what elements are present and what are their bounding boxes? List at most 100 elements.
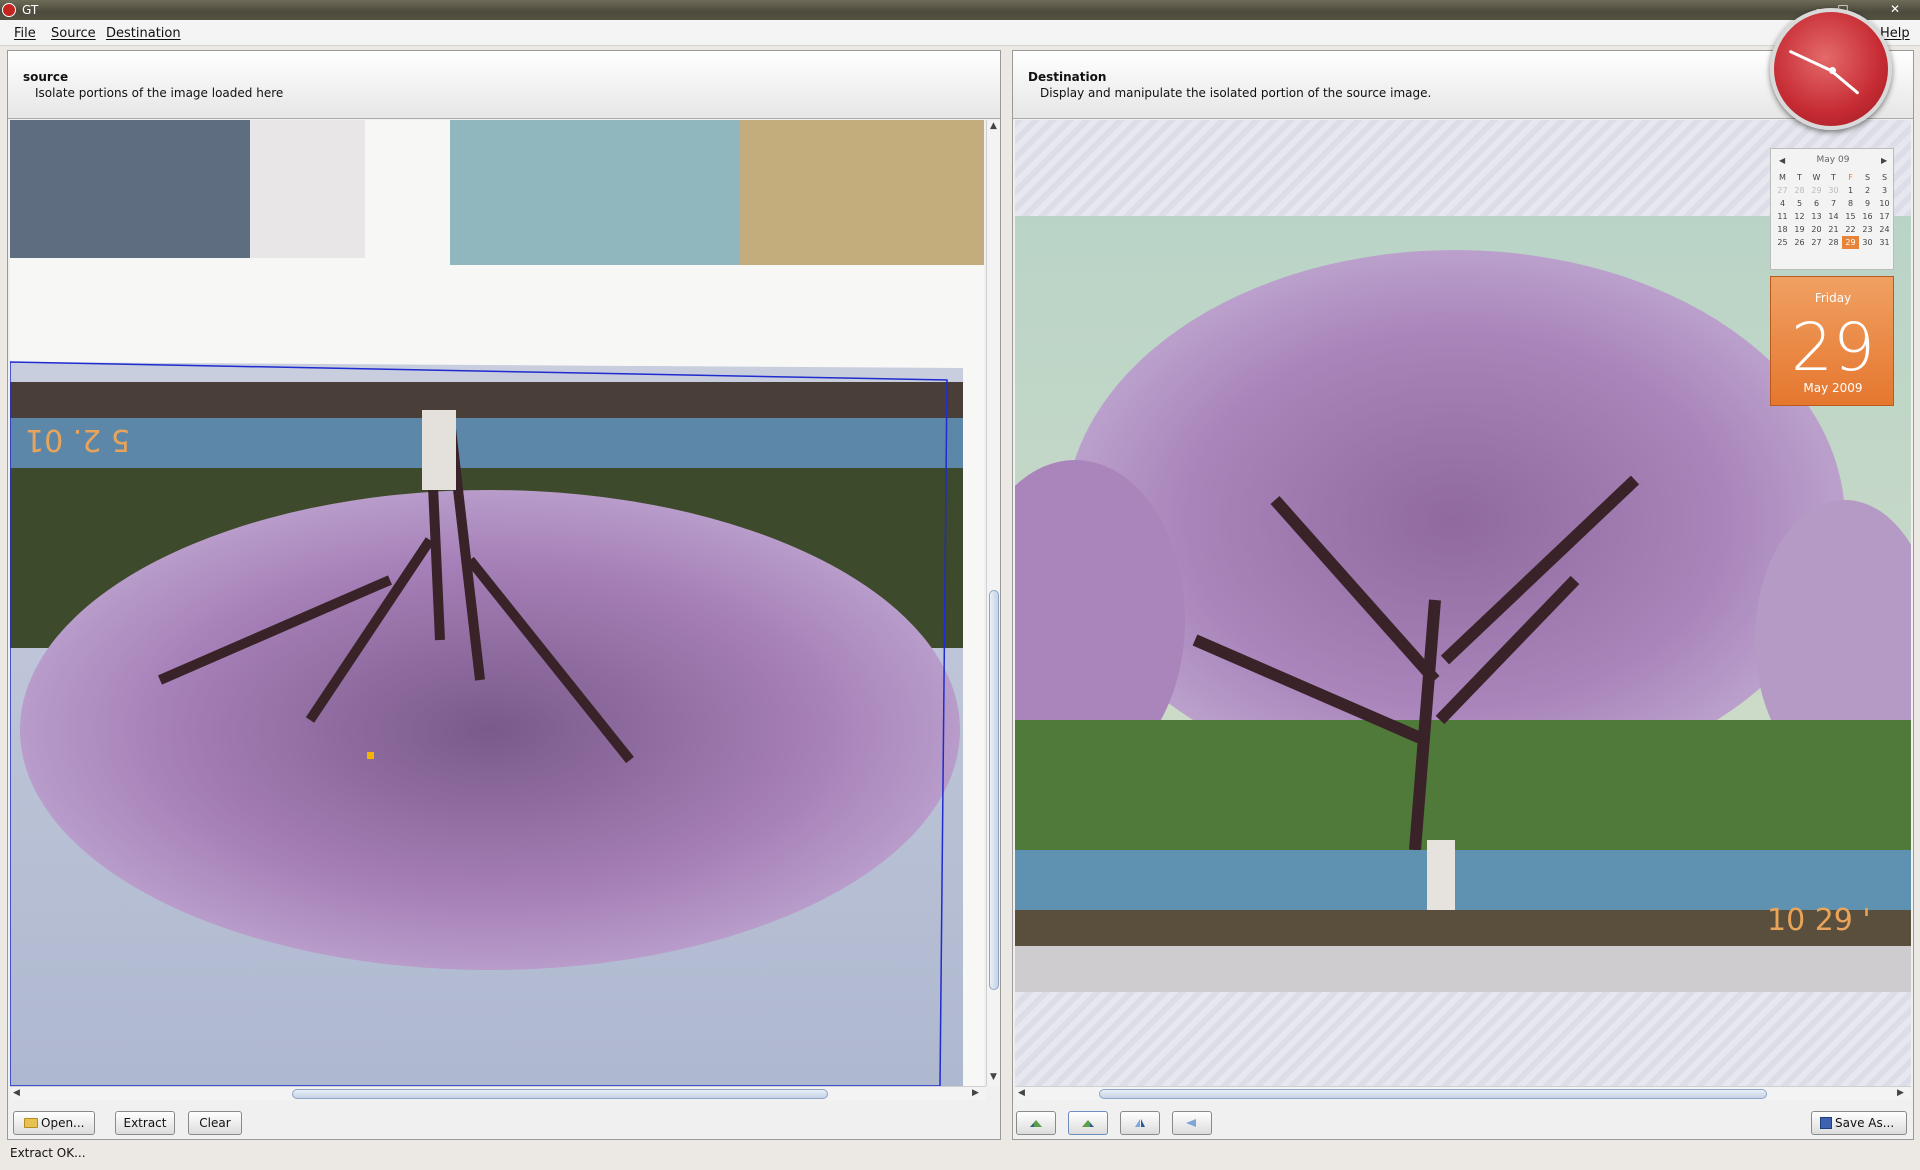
calendar-day-cell[interactable]: 16	[1859, 210, 1876, 223]
status-message: Extract OK...	[10, 1146, 86, 1160]
calendar-day-number: 29	[1791, 309, 1875, 386]
calendar-day-cell[interactable]: 18	[1774, 223, 1791, 236]
menu-source[interactable]: Source	[51, 26, 96, 41]
calendar-day-cell[interactable]: 27	[1808, 236, 1825, 249]
calendar-day-cell[interactable]: 27	[1774, 184, 1791, 197]
rotate-right-icon	[1082, 1120, 1094, 1127]
scroll-left-icon[interactable]: ◀	[1018, 1088, 1025, 1098]
calendar-day-cell[interactable]: 28	[1825, 236, 1842, 249]
calendar-weekday: M	[1779, 173, 1786, 182]
scroll-right-icon[interactable]: ▶	[1897, 1088, 1904, 1098]
clock-minute-hand	[1788, 49, 1832, 72]
save-as-button[interactable]: Save As...	[1811, 1111, 1907, 1135]
calendar-weekday: T	[1797, 173, 1802, 182]
calendar-day-cell[interactable]: 17	[1876, 210, 1893, 223]
calendar-day-cell[interactable]: 23	[1859, 223, 1876, 236]
source-vertical-scrollbar[interactable]: ▲ ▼	[986, 120, 1000, 1086]
calendar-weekday: S	[1864, 173, 1871, 182]
calendar-month-year: May 2009	[1803, 381, 1863, 395]
calendar-day-cell[interactable]: 6	[1808, 197, 1825, 210]
menu-destination[interactable]: Destination	[106, 26, 181, 41]
calendar-day-cell[interactable]: 29	[1808, 184, 1825, 197]
calendar-day-cell[interactable]: 29	[1842, 236, 1859, 249]
destination-title: Destination	[1028, 70, 1107, 84]
calendar-day-cell[interactable]: 4	[1774, 197, 1791, 210]
calendar-day-cell[interactable]: 11	[1774, 210, 1791, 223]
destination-hscroll-thumb[interactable]	[1099, 1089, 1767, 1099]
calendar-day-name: Friday	[1814, 291, 1852, 305]
source-header: source Isolate portions of the image loa…	[8, 51, 1000, 119]
calendar-day-cell[interactable]: 2	[1859, 184, 1876, 197]
menu-bar: File Source Destination Help	[0, 20, 1920, 46]
source-subtitle: Isolate portions of the image loaded her…	[35, 86, 284, 100]
calendar-day-cell[interactable]: 28	[1791, 184, 1808, 197]
clock-gadget[interactable]	[1770, 8, 1892, 130]
scroll-up-icon[interactable]: ▲	[990, 121, 997, 131]
calendar-day-cell[interactable]: 26	[1791, 236, 1808, 249]
rotate-right-button[interactable]	[1068, 1111, 1108, 1135]
app-icon	[2, 3, 16, 17]
calendar-day-cell[interactable]: 24	[1876, 223, 1893, 236]
source-date-stamp: 5 2. 01	[25, 422, 130, 457]
calendar-day-cell[interactable]: 7	[1825, 197, 1842, 210]
calendar-day-cell[interactable]: 9	[1859, 197, 1876, 210]
calendar-day-cell[interactable]: 12	[1791, 210, 1808, 223]
scroll-right-icon[interactable]: ▶	[972, 1088, 979, 1098]
source-title: source	[23, 70, 69, 84]
destination-date-stamp: 10 29 '	[1767, 903, 1871, 938]
source-hscroll-thumb[interactable]	[292, 1089, 828, 1099]
scroll-left-icon[interactable]: ◀	[13, 1088, 20, 1098]
source-vscroll-thumb[interactable]	[989, 590, 999, 990]
calendar-day-cell[interactable]: 8	[1842, 197, 1859, 210]
extract-button[interactable]: Extract	[115, 1111, 175, 1135]
flip-vertical-icon	[1135, 1119, 1145, 1127]
calendar-day-cell[interactable]: 30	[1825, 184, 1842, 197]
open-button[interactable]: Open...	[13, 1111, 95, 1135]
window-title: GT	[22, 3, 39, 17]
folder-open-icon	[24, 1118, 38, 1128]
window-titlebar: GT – □ ✕	[0, 0, 1920, 20]
source-image-canvas[interactable]: 5 2. 01	[10, 120, 984, 1086]
destination-horizontal-scrollbar[interactable]: ◀ ▶	[1015, 1086, 1911, 1100]
calendar-month-title: May 09	[1816, 155, 1850, 165]
calendar-day-cell[interactable]: 30	[1859, 236, 1876, 249]
calendar-weekday: F	[1848, 173, 1853, 182]
calendar-grid: M T W T F S S 27 28 29 30 1 2 3 4 5 6 7 8 9 10 11 12 13 14 15 16 17…	[1774, 171, 1893, 249]
calendar-weekday: T	[1831, 173, 1836, 182]
source-horizontal-scrollbar[interactable]: ◀ ▶	[10, 1086, 986, 1100]
source-image[interactable]: 5 2. 01	[10, 120, 984, 1086]
calendar-day-cell[interactable]: 1	[1842, 184, 1859, 197]
calendar-day-cell[interactable]: 31	[1876, 236, 1893, 249]
calendar-day-cell[interactable]: 22	[1842, 223, 1859, 236]
menu-file[interactable]: File	[14, 26, 36, 41]
calendar-day-cell[interactable]: 13	[1808, 210, 1825, 223]
calendar-day-cell[interactable]: 20	[1808, 223, 1825, 236]
status-bar: Extract OK...	[0, 1142, 1920, 1170]
flip-vertical-button[interactable]	[1120, 1111, 1160, 1135]
calendar-weekday: W	[1812, 173, 1821, 182]
calendar-day-view: Friday 29 May 2009	[1770, 276, 1894, 406]
rotate-left-icon	[1030, 1120, 1042, 1127]
calendar-weekday: S	[1881, 173, 1888, 182]
scroll-down-icon[interactable]: ▼	[990, 1072, 997, 1082]
calendar-day-cell[interactable]: 21	[1825, 223, 1842, 236]
calendar-day-cell[interactable]: 19	[1791, 223, 1808, 236]
destination-subtitle: Display and manipulate the isolated port…	[1040, 86, 1432, 100]
close-icon[interactable]: ✕	[1884, 1, 1906, 17]
flip-horizontal-button[interactable]	[1172, 1111, 1212, 1135]
flip-horizontal-icon	[1186, 1119, 1196, 1127]
calendar-day-cell[interactable]: 5	[1791, 197, 1808, 210]
calendar-day-cell[interactable]: 3	[1876, 184, 1893, 197]
rotate-left-button[interactable]	[1016, 1111, 1056, 1135]
source-panel: source Isolate portions of the image loa…	[7, 50, 1001, 1140]
calendar-gadget[interactable]: ◀ May 09 ▶ M T W T F S S 27 28 29 30 1 2 3 4 5 6 7 8 9 10 11 1…	[1770, 148, 1894, 406]
calendar-day-cell[interactable]: 14	[1825, 210, 1842, 223]
calendar-day-cell[interactable]: 25	[1774, 236, 1791, 249]
calendar-day-cell[interactable]: 10	[1876, 197, 1893, 210]
calendar-day-cell[interactable]: 15	[1842, 210, 1859, 223]
clock-center	[1829, 67, 1836, 74]
calendar-month-view: ◀ May 09 ▶ M T W T F S S 27 28 29 30 1 2 3 4 5 6 7 8 9 10 11 1…	[1770, 148, 1894, 270]
calendar-next-icon[interactable]: ▶	[1881, 156, 1887, 165]
clear-button[interactable]: Clear	[188, 1111, 242, 1135]
save-disk-icon	[1820, 1117, 1832, 1129]
